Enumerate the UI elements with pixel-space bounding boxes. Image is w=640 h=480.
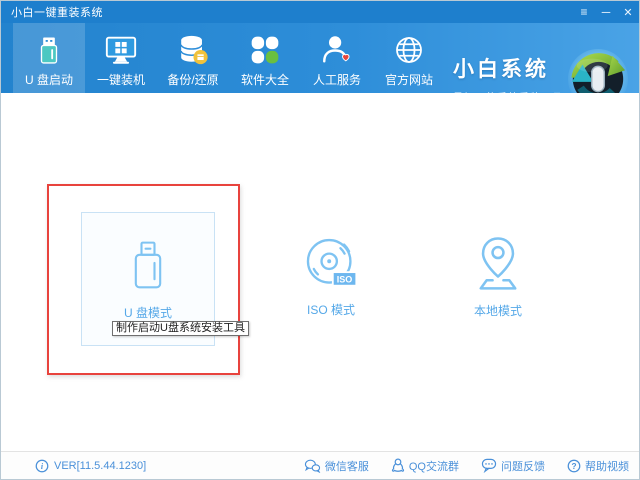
- mode-label: ISO 模式: [307, 301, 355, 318]
- help-video-link[interactable]: ? 帮助视频: [567, 458, 629, 474]
- globe-icon: [393, 32, 425, 68]
- mode-label: 本地模式: [474, 302, 522, 319]
- iso-mode-icon: ISO: [302, 236, 360, 292]
- wechat-support-link[interactable]: 微信客服: [304, 458, 369, 474]
- titlebar: 小白一键重装系统 ≡ ─ ✕: [1, 1, 639, 23]
- tab-label: U 盘启动: [25, 71, 73, 88]
- mode-local[interactable]: 本地模式: [431, 233, 565, 319]
- help-circle-icon: ?: [567, 459, 581, 473]
- database-backup-icon: [176, 32, 210, 68]
- toolbar: U 盘启动 一键装机: [1, 23, 639, 93]
- version-block: i VER[11.5.44.1230]: [35, 459, 146, 473]
- usb-mode-icon: [122, 239, 174, 295]
- tab-label: 备份/还原: [167, 71, 218, 88]
- minimize-icon[interactable]: ─: [595, 1, 617, 23]
- menu-icon[interactable]: ≡: [573, 1, 595, 23]
- qq-group-link[interactable]: QQ交流群: [391, 458, 459, 474]
- window-controls: ≡ ─ ✕: [573, 1, 639, 23]
- status-links: 微信客服 QQ交流群 问题反馈: [282, 458, 629, 474]
- tab-official-website[interactable]: 官方网站: [373, 23, 445, 93]
- close-icon[interactable]: ✕: [617, 1, 639, 23]
- feedback-link[interactable]: 问题反馈: [481, 458, 545, 474]
- tab-label: 人工服务: [313, 71, 361, 88]
- usb-mode-tooltip: 制作启动U盘系统安装工具: [112, 321, 249, 336]
- tab-human-service[interactable]: 人工服务: [301, 23, 373, 93]
- version-label: VER[11.5.44.1230]: [54, 460, 146, 472]
- tab-label: 官方网站: [385, 71, 433, 88]
- tab-usb-boot[interactable]: U 盘启动: [13, 23, 85, 93]
- app-window: 小白一键重装系统 ≡ ─ ✕ U 盘启动: [0, 0, 640, 480]
- mode-label: U 盘模式: [124, 304, 172, 321]
- feedback-bubble-icon: [481, 458, 497, 473]
- tab-software-center[interactable]: 软件大全: [229, 23, 301, 93]
- tab-label: 软件大全: [241, 71, 289, 88]
- qq-icon: [391, 458, 405, 473]
- svg-text:ISO: ISO: [337, 275, 353, 285]
- support-person-icon: [320, 32, 354, 68]
- apps-grid-icon: [249, 32, 281, 68]
- monitor-windows-icon: [104, 32, 138, 68]
- brand-name: 小白系统: [453, 53, 563, 83]
- mode-iso[interactable]: ISO ISO 模式: [264, 236, 398, 318]
- status-link-label: QQ交流群: [409, 458, 459, 474]
- local-mode-icon: [469, 233, 527, 293]
- status-link-label: 帮助视频: [585, 458, 629, 474]
- statusbar: i VER[11.5.44.1230] 微信客服: [1, 451, 639, 479]
- status-link-label: 问题反馈: [501, 458, 545, 474]
- info-icon: i: [35, 459, 49, 473]
- tab-one-click-install[interactable]: 一键装机: [85, 23, 157, 93]
- tab-backup-restore[interactable]: 备份/还原: [157, 23, 229, 93]
- svg-text:?: ?: [571, 460, 576, 470]
- usb-drive-icon: [34, 32, 64, 68]
- main-area: U 盘模式 制作启动U盘系统安装工具 ISO ISO 模式: [1, 93, 639, 453]
- status-link-label: 微信客服: [325, 458, 369, 474]
- wechat-icon: [304, 459, 321, 473]
- window-title: 小白一键重装系统: [1, 4, 103, 20]
- svg-text:i: i: [41, 461, 44, 470]
- tab-label: 一键装机: [97, 71, 145, 88]
